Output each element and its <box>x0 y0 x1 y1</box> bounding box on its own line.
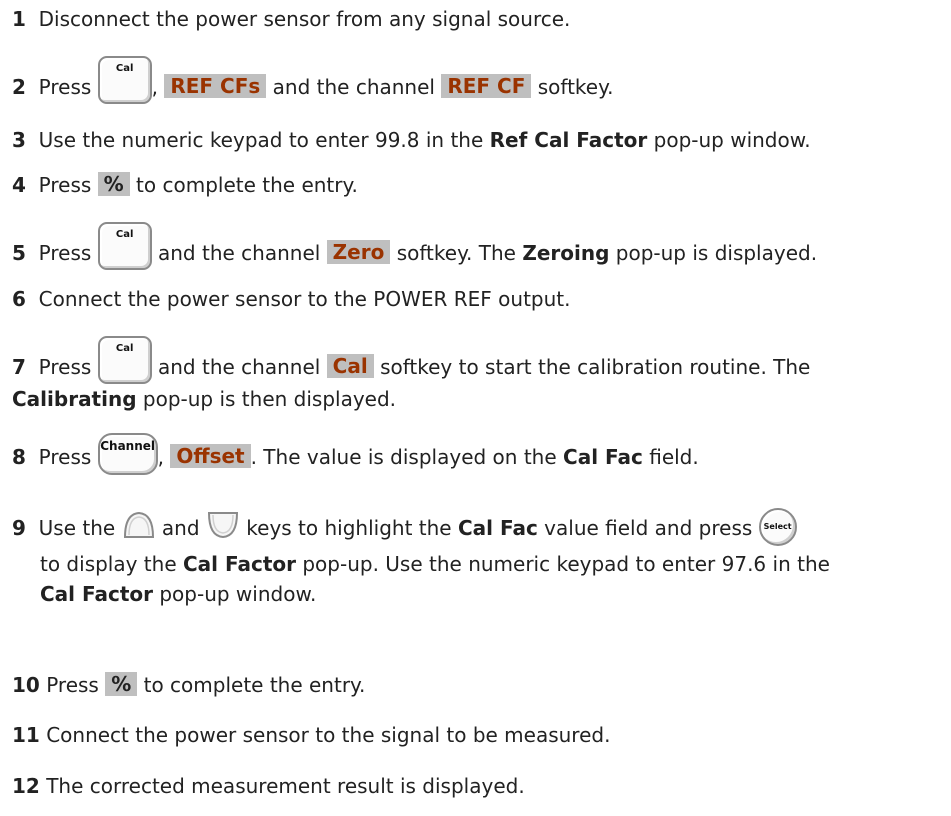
step-text: Disconnect the power sensor from any sig… <box>38 7 571 31</box>
popup-calibrating: Calibrating <box>12 386 137 411</box>
step-text: pop-up window. <box>653 128 811 152</box>
step-text: to display the <box>40 552 177 576</box>
popup-zeroing: Zeroing <box>522 241 610 265</box>
popup-cal-factor: Cal Factor <box>40 582 153 606</box>
step-text: Press <box>38 355 92 379</box>
step-text: pop-up is then displayed. <box>142 386 397 411</box>
step-11: 11 Connect the power sensor to the signa… <box>12 720 947 750</box>
step-number: 8 <box>12 445 26 469</box>
select-key-icon: Select <box>758 507 797 546</box>
step-12: 12 The corrected measurement result is d… <box>12 771 947 801</box>
step-text: , <box>151 75 158 99</box>
cal-key-icon: Cal <box>97 335 152 384</box>
step-text: and the channel <box>158 241 321 265</box>
step-2: 2 Press Cal, REF CFs and the channel REF… <box>12 55 947 104</box>
step-text: Press <box>46 673 99 697</box>
step-text: to complete the entry. <box>143 673 366 697</box>
step-number: 2 <box>12 75 26 99</box>
step-text: . The value is displayed on the <box>250 445 557 469</box>
step-6: 6 Connect the power sensor to the POWER … <box>12 284 947 314</box>
step-5: 5 Press Cal and the channel Zero softkey… <box>12 221 947 270</box>
step-text: value field and press <box>544 516 753 540</box>
softkey-offset: Offset <box>170 444 251 468</box>
step-text: keys to highlight the <box>246 516 452 540</box>
step-number: 11 <box>12 723 40 747</box>
step-text: Press <box>38 75 92 99</box>
softkey-percent: % <box>97 172 130 196</box>
step-text: to complete the entry. <box>136 173 358 197</box>
step-text: field. <box>649 445 699 469</box>
step-text: , <box>157 445 164 469</box>
softkey-ref-cf: REF CF <box>441 74 532 98</box>
popup-cal-factor: Cal Factor <box>183 552 296 576</box>
softkey-percent: % <box>105 672 138 696</box>
step-text: pop-up is displayed. <box>615 241 818 265</box>
step-text: and the channel <box>272 75 435 99</box>
cal-key-icon: Cal <box>97 221 152 270</box>
step-number: 1 <box>12 7 26 31</box>
step-number: 12 <box>12 774 40 798</box>
step-text: pop-up. Use the numeric keypad to enter … <box>302 552 830 576</box>
step-text: Press <box>38 445 92 469</box>
softkey-cal: Cal <box>326 354 374 378</box>
step-text: The corrected measurement result is disp… <box>46 774 525 798</box>
step-text: softkey. The <box>396 241 516 265</box>
step-number: 4 <box>12 173 26 197</box>
step-4: 4 Press % to complete the entry. <box>12 170 947 200</box>
step-7: 7 Press Cal and the channel Cal softkey … <box>12 335 947 414</box>
step-text: and <box>161 516 200 540</box>
field-ref-cal-factor: Ref Cal Factor <box>489 128 648 152</box>
step-number: 10 <box>12 673 40 697</box>
step-number: 3 <box>12 128 26 152</box>
step-number: 5 <box>12 241 26 265</box>
step-number: 6 <box>12 287 26 311</box>
softkey-ref-cfs: REF CFs <box>164 74 267 98</box>
step-number: 7 <box>12 355 26 379</box>
step-1: 1 Disconnect the power sensor from any s… <box>12 4 947 34</box>
step-9: 9 Use the and keys to highlight the Cal … <box>12 505 947 609</box>
softkey-zero: Zero <box>326 240 391 264</box>
step-text: Use the <box>38 516 116 540</box>
step-text: Connect the power sensor to the signal t… <box>46 723 611 747</box>
field-cal-fac: Cal Fac <box>457 516 538 540</box>
step-text: softkey to start the calibration routine… <box>380 355 811 379</box>
field-cal-fac: Cal Fac <box>563 445 643 469</box>
step-number: 9 <box>12 516 26 540</box>
step-text: Press <box>38 241 92 265</box>
step-text: and the channel <box>158 355 321 379</box>
step-10: 10 Press % to complete the entry. <box>12 670 947 700</box>
step-text: softkey. <box>537 75 614 99</box>
step-text: pop-up window. <box>159 582 317 606</box>
step-text: Use the numeric keypad to enter 99.8 in … <box>38 128 484 152</box>
channel-key-icon: Channel <box>97 432 158 475</box>
step-8: 8 Press Channel, Offset. The value is di… <box>12 432 947 475</box>
step-3: 3 Use the numeric keypad to enter 99.8 i… <box>12 125 947 155</box>
cal-key-icon: Cal <box>97 55 152 104</box>
step-text: Connect the power sensor to the POWER RE… <box>38 287 571 311</box>
step-text: Press <box>38 173 92 197</box>
down-arrow-key-icon <box>207 511 238 538</box>
up-arrow-key-icon <box>123 511 154 538</box>
